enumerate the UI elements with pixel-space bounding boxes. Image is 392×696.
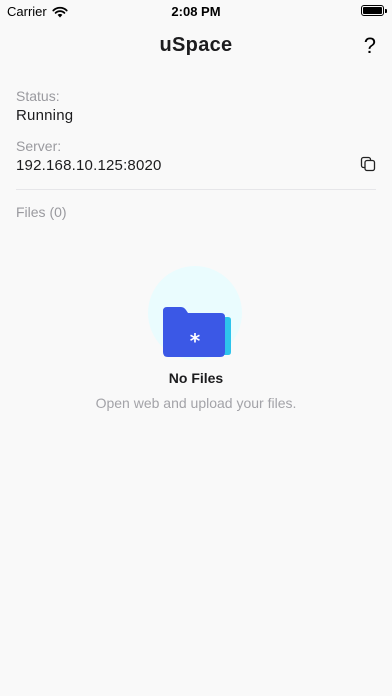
status-time: 2:08 PM bbox=[171, 4, 221, 19]
empty-folder-illustration: * bbox=[148, 266, 242, 360]
status-value: Running bbox=[16, 107, 74, 124]
folder-glyph: * bbox=[190, 329, 201, 353]
status-label: Status: bbox=[16, 88, 60, 104]
copy-address-button[interactable] bbox=[360, 156, 376, 172]
help-button[interactable]: ? bbox=[364, 32, 376, 60]
server-address: 192.168.10.125:8020 bbox=[16, 157, 162, 174]
empty-state-title: No Files bbox=[168, 370, 224, 386]
server-label: Server: bbox=[16, 138, 62, 154]
copy-icon bbox=[360, 156, 376, 172]
battery-icon bbox=[361, 5, 387, 16]
files-header: Files (0) bbox=[16, 204, 67, 220]
section-divider bbox=[16, 189, 376, 190]
status-bar: Carrier 2:08 PM bbox=[0, 0, 392, 22]
empty-state-subtitle: Open web and upload your files. bbox=[95, 395, 297, 411]
page-title: uSpace bbox=[159, 34, 233, 56]
